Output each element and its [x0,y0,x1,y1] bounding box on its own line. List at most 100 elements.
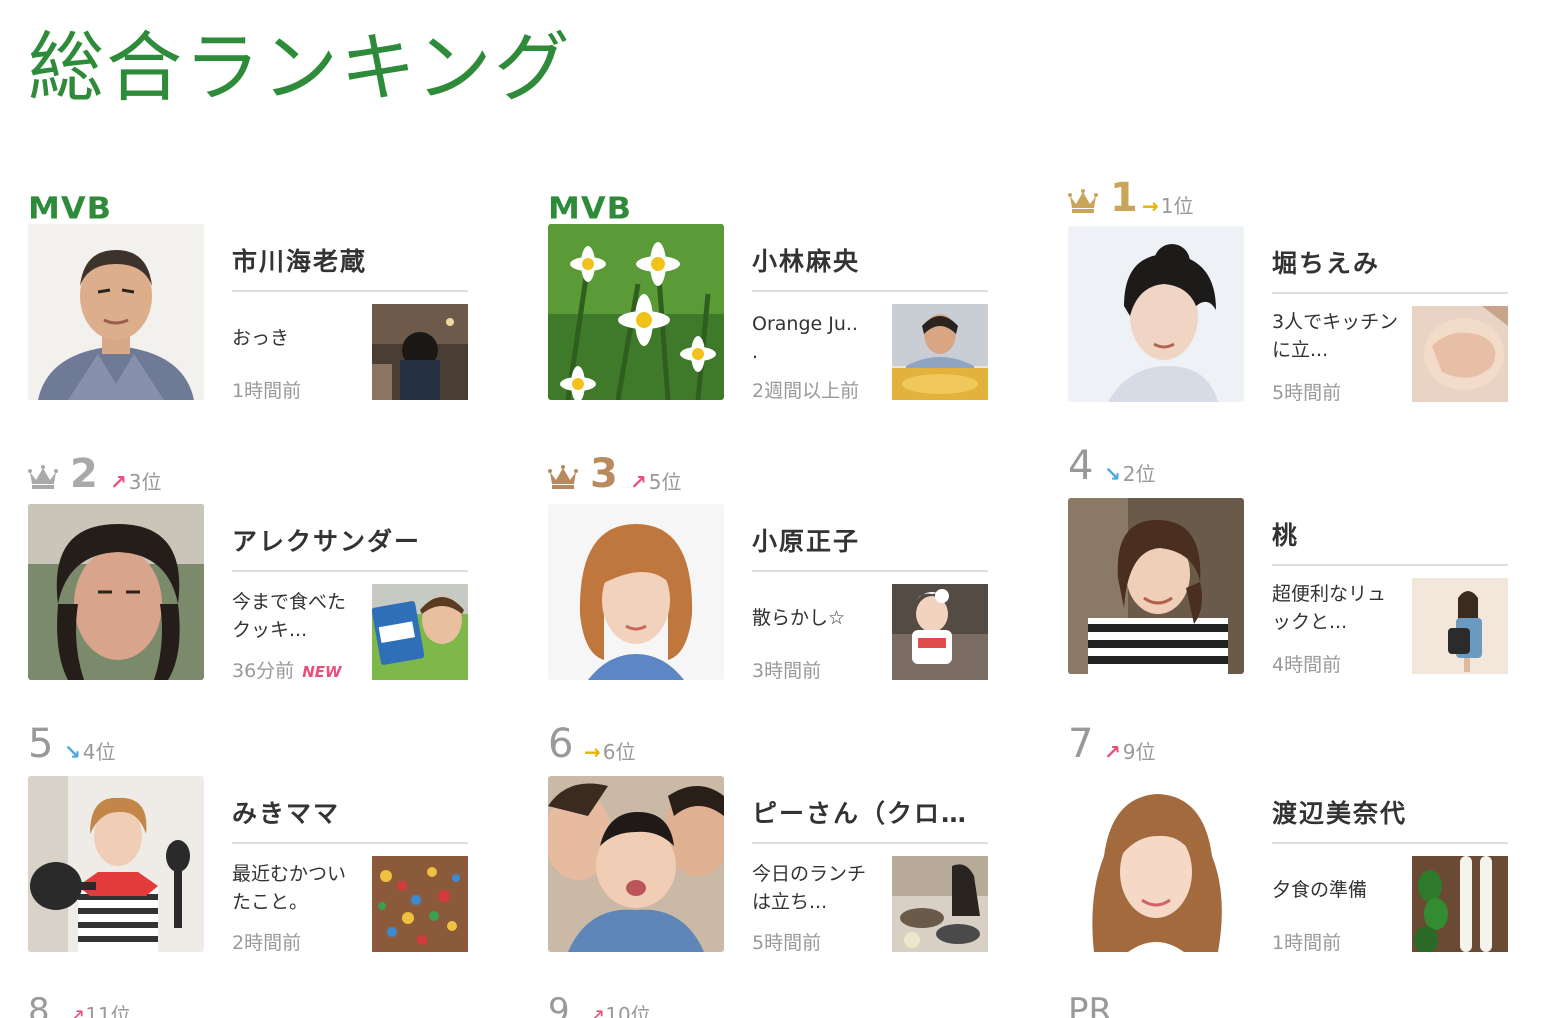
post-time: 1時間前 [232,380,302,402]
post-thumbnail[interactable] [1412,856,1508,952]
ranking-card-rank-6[interactable]: 6 → 6位 ピーさん（クロ… 今日のランチは立ち... 5時間前 [548,718,988,958]
page-title: 総合ランキング [28,23,572,112]
avatar[interactable] [1068,226,1244,402]
post-title[interactable]: おっき [232,324,362,352]
user-name[interactable]: アレクサンダー [232,522,468,572]
woman-portrait-icon [548,504,724,680]
rank-header-cut: 8 ↗11位 [28,994,131,1018]
ranking-card-rank-5[interactable]: 5 ↘ 4位 みきママ 最近むかついたこと。 2時間前 [28,718,468,958]
post-thumbnail[interactable] [892,304,988,400]
user-name[interactable]: 堀ちえみ [1272,244,1508,294]
new-badge: NEW [302,663,342,681]
rank-movement: ↗ 5位 [630,470,682,494]
pr-label: PR [1068,994,1113,1018]
rank-movement: → 6位 [584,740,636,764]
post-title[interactable]: 散らかし☆ [752,604,882,632]
rank-header: 5 ↘ 4位 [28,718,468,766]
post-title[interactable]: Orange Ju.. . [752,310,882,366]
avatar[interactable] [1068,776,1244,952]
ranking-card-rank-1[interactable]: 1 → 1位 堀ちえみ 3人でキッチンに立... 5時間前 [1068,170,1508,410]
post-thumbnail[interactable] [372,304,468,400]
post-title[interactable]: 今まで食べたクッキ... [232,588,362,644]
rank-number: 9 [548,994,570,1018]
avatar[interactable] [28,776,204,952]
bronze-crown-icon [548,465,578,489]
photo-thumbnail-icon [372,856,468,952]
mvb-label: MVB [28,189,112,227]
avatar[interactable] [28,504,204,680]
rank-header-cut: 9 ↗10位 [548,994,651,1018]
photo-thumbnail-icon [1412,306,1508,402]
post-thumbnail[interactable] [372,856,468,952]
rank-number: 6 [548,721,574,767]
user-name[interactable]: 渡辺美奈代 [1272,794,1508,844]
family-photo-icon [548,776,724,952]
user-name[interactable]: 市川海老蔵 [232,242,468,292]
post-time: 5時間前 [752,932,822,954]
post-thumbnail[interactable] [1412,306,1508,402]
post-time: 4時間前 [1272,654,1342,676]
rank-header: 2 ↗ 3位 [28,446,468,494]
woman-portrait-icon [1068,498,1244,674]
avatar[interactable] [1068,498,1244,674]
rank-number: 8 [28,994,50,1018]
post-time: 36分前 NEW [232,660,342,682]
rank-movement: ↗10位 [588,1003,650,1018]
post-title[interactable]: 今日のランチは立ち... [752,860,882,916]
gold-crown-icon [1068,189,1098,213]
ranking-card-rank-7[interactable]: 7 ↗ 9位 渡辺美奈代 夕食の準備 1時間前 [1068,718,1508,958]
ranking-card-rank-3[interactable]: 3 ↗ 5位 小原正子 散らかし☆ 3時間前 [548,446,988,686]
up-arrow-icon: ↗ [588,1003,606,1018]
woman-portrait-icon [1068,226,1244,402]
ranking-card-mvb-2[interactable]: MVB 小林麻央 Orange Ju.. . 2週間以上前 [548,176,988,416]
post-thumbnail[interactable] [372,584,468,680]
rank-number: 2 [70,451,98,497]
post-thumbnail[interactable] [892,856,988,952]
rank-header: 4 ↘ 2位 [1068,446,1508,494]
rank-movement: ↗11位 [68,1003,130,1018]
rank-header: MVB [28,176,468,224]
photo-thumbnail-icon [372,584,468,680]
user-name[interactable]: 桃 [1272,516,1508,566]
user-name[interactable]: 小林麻央 [752,242,988,292]
ranking-card-rank-4[interactable]: 4 ↘ 2位 桃 超便利なリュックと... 4時間前 [1068,446,1508,686]
woman-portrait-icon [1068,776,1244,952]
silver-crown-icon [28,465,58,489]
user-name[interactable]: 小原正子 [752,522,988,572]
post-title[interactable]: 夕食の準備 [1272,876,1402,904]
rank-header: 3 ↗ 5位 [548,446,988,494]
photo-thumbnail-icon [372,304,468,400]
post-time: 2週間以上前 [752,380,860,402]
rank-movement: → 1位 [1142,194,1194,218]
photo-thumbnail-icon [892,856,988,952]
photo-thumbnail-icon [1412,856,1508,952]
photo-thumbnail-icon [892,304,988,400]
avatar[interactable] [548,776,724,952]
post-time: 2時間前 [232,932,302,954]
same-arrow-icon: → [1142,194,1159,218]
post-thumbnail[interactable] [892,584,988,680]
rank-movement: ↘ 2位 [1104,462,1156,486]
up-arrow-icon: ↗ [1104,740,1121,764]
rank-number: 7 [1068,721,1094,767]
man-portrait-icon [28,224,204,400]
user-name[interactable]: ピーさん（クロ… [752,794,988,844]
post-title[interactable]: 3人でキッチンに立... [1272,308,1402,364]
post-time: 3時間前 [752,660,822,682]
user-name[interactable]: みきママ [232,794,468,844]
avatar[interactable] [28,224,204,400]
avatar[interactable] [548,224,724,400]
photo-thumbnail-icon [892,584,988,680]
rank-header: 6 → 6位 [548,718,988,766]
up-arrow-icon: ↗ [630,470,647,494]
post-title[interactable]: 超便利なリュックと... [1272,580,1402,636]
avatar[interactable] [548,504,724,680]
post-time: 5時間前 [1272,382,1342,404]
flower-photo-icon [548,224,724,400]
ranking-card-mvb-1[interactable]: MVB 市川海老蔵 おっき 1時間前 [28,176,468,416]
rank-header: MVB [548,176,988,224]
ranking-card-rank-2[interactable]: 2 ↗ 3位 アレクサンダー 今まで食べたクッキ... 36分前 NEW [28,446,468,686]
post-thumbnail[interactable] [1412,578,1508,674]
up-arrow-icon: ↗ [68,1003,86,1018]
post-title[interactable]: 最近むかついたこと。 [232,860,362,916]
